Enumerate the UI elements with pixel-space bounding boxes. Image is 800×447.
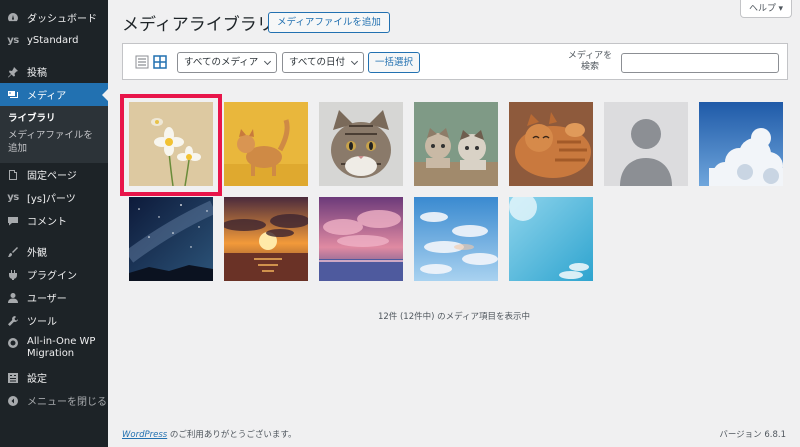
- page-icon: [6, 168, 20, 182]
- media-item[interactable]: [699, 102, 783, 186]
- migration-icon: [6, 336, 20, 350]
- sidebar-item-label: 投稿: [27, 68, 47, 79]
- sidebar-item-label: All-in-One WP Migration: [27, 336, 96, 359]
- media-item[interactable]: [604, 102, 688, 186]
- media-type-select[interactable]: すべてのメディア: [177, 52, 278, 73]
- sidebar-item-label: yStandard: [27, 35, 79, 46]
- sidebar-item-ys-parts[interactable]: ys [ys]パーツ: [0, 186, 108, 209]
- sidebar-item-label: 設定: [27, 374, 47, 385]
- sidebar-item-ystandard[interactable]: ys yStandard: [0, 29, 108, 52]
- bulk-select-button[interactable]: 一括選択: [368, 52, 421, 73]
- sidebar-item-dashboard[interactable]: ダッシュボード: [0, 6, 108, 29]
- sidebar-item-label: 外観: [27, 248, 47, 259]
- sidebar-item-users[interactable]: ユーザー: [0, 286, 108, 309]
- search-label: メディアを検索: [567, 51, 613, 72]
- selection-highlight: [120, 94, 222, 196]
- submenu-add-media[interactable]: メディアファイルを追加: [0, 127, 108, 157]
- media-item[interactable]: [414, 102, 498, 186]
- night-sky-image: [129, 197, 213, 281]
- page-title: メディアライブラリ: [122, 15, 274, 35]
- dashboard-icon: [6, 11, 20, 25]
- pin-icon: [6, 65, 20, 79]
- media-icon: [6, 88, 20, 102]
- collapse-icon: [6, 394, 20, 408]
- sidebar-item-posts[interactable]: 投稿: [0, 60, 108, 83]
- media-item[interactable]: [509, 102, 593, 186]
- sidebar-item-label: ユーザー: [27, 294, 67, 305]
- media-toolbar: すべてのメディア すべての日付 一括選択 メディアを検索: [122, 43, 788, 80]
- placeholder-person-image: [604, 102, 688, 186]
- cat-lying-image: [509, 102, 593, 186]
- sidebar-item-label: ツール: [27, 317, 57, 328]
- ys-icon: ys: [7, 35, 19, 46]
- purple-clouds-image: [319, 197, 403, 281]
- sidebar-item-label: [ys]パーツ: [27, 194, 76, 205]
- clear-sky-image: [509, 197, 593, 281]
- media-item[interactable]: [509, 197, 593, 281]
- sidebar-item-label: メディア: [27, 91, 67, 102]
- media-item[interactable]: [319, 197, 403, 281]
- list-view-icon[interactable]: [135, 54, 149, 69]
- media-item[interactable]: [414, 197, 498, 281]
- sidebar-item-migration[interactable]: All-in-One WP Migration: [0, 332, 108, 366]
- plugin-icon: [6, 268, 20, 282]
- sidebar-item-media[interactable]: メディア: [0, 83, 108, 106]
- two-cats-image: [414, 102, 498, 186]
- sidebar-collapse[interactable]: メニューを閉じる: [0, 389, 108, 412]
- media-item[interactable]: [224, 197, 308, 281]
- sidebar-item-label: プラグイン: [27, 271, 77, 282]
- submenu-library[interactable]: ライブラリ: [0, 110, 108, 127]
- sidebar-item-label: メニューを閉じる: [27, 397, 107, 408]
- main-content: メディアライブラリ メディアファイルを追加 ヘルプ ▾ すべてのメディア すべて…: [108, 0, 800, 447]
- admin-sidebar: ダッシュボード ys yStandard 投稿 メディア ライブラリ メディアフ…: [0, 0, 108, 447]
- sidebar-item-pages[interactable]: 固定ページ: [0, 163, 108, 186]
- sky-clouds-image: [699, 102, 783, 186]
- footer-thanks: WordPress のご利用ありがとうございます。: [122, 428, 297, 440]
- media-item[interactable]: [319, 102, 403, 186]
- grid-view-icon[interactable]: [153, 54, 167, 69]
- brush-icon: [6, 245, 20, 259]
- footer-thanks-text: のご利用ありがとうございます。: [167, 430, 297, 440]
- sidebar-item-tools[interactable]: ツール: [0, 309, 108, 332]
- blue-sky-clouds-image: [414, 197, 498, 281]
- footer-version: バージョン 6.8.1: [719, 430, 786, 440]
- cat-yellow-image: [224, 102, 308, 186]
- ys-icon: ys: [7, 192, 19, 203]
- settings-icon: [6, 371, 20, 385]
- add-media-button[interactable]: メディアファイルを追加: [268, 12, 390, 33]
- search-input[interactable]: [621, 53, 779, 73]
- media-item[interactable]: [129, 197, 213, 281]
- sidebar-item-label: 固定ページ: [27, 171, 77, 182]
- sidebar-item-appearance[interactable]: 外観: [0, 240, 108, 263]
- media-submenu: ライブラリ メディアファイルを追加: [0, 106, 108, 163]
- media-item[interactable]: [224, 102, 308, 186]
- comment-icon: [6, 214, 20, 228]
- sidebar-item-comments[interactable]: コメント: [0, 209, 108, 232]
- media-count-text: 12件 (12件中) のメディア項目を表示中: [377, 312, 531, 322]
- user-icon: [6, 291, 20, 305]
- wrench-icon: [6, 314, 20, 328]
- sidebar-item-label: ダッシュボード: [27, 14, 97, 25]
- date-select[interactable]: すべての日付: [282, 52, 364, 73]
- sidebar-item-label: コメント: [27, 217, 67, 228]
- sidebar-item-plugins[interactable]: プラグイン: [0, 263, 108, 286]
- sidebar-item-settings[interactable]: 設定: [0, 366, 108, 389]
- tabby-cat-image: [319, 102, 403, 186]
- wordpress-link[interactable]: WordPress: [122, 430, 167, 440]
- sunset-sea-image: [224, 197, 308, 281]
- help-button[interactable]: ヘルプ ▾: [739, 0, 792, 18]
